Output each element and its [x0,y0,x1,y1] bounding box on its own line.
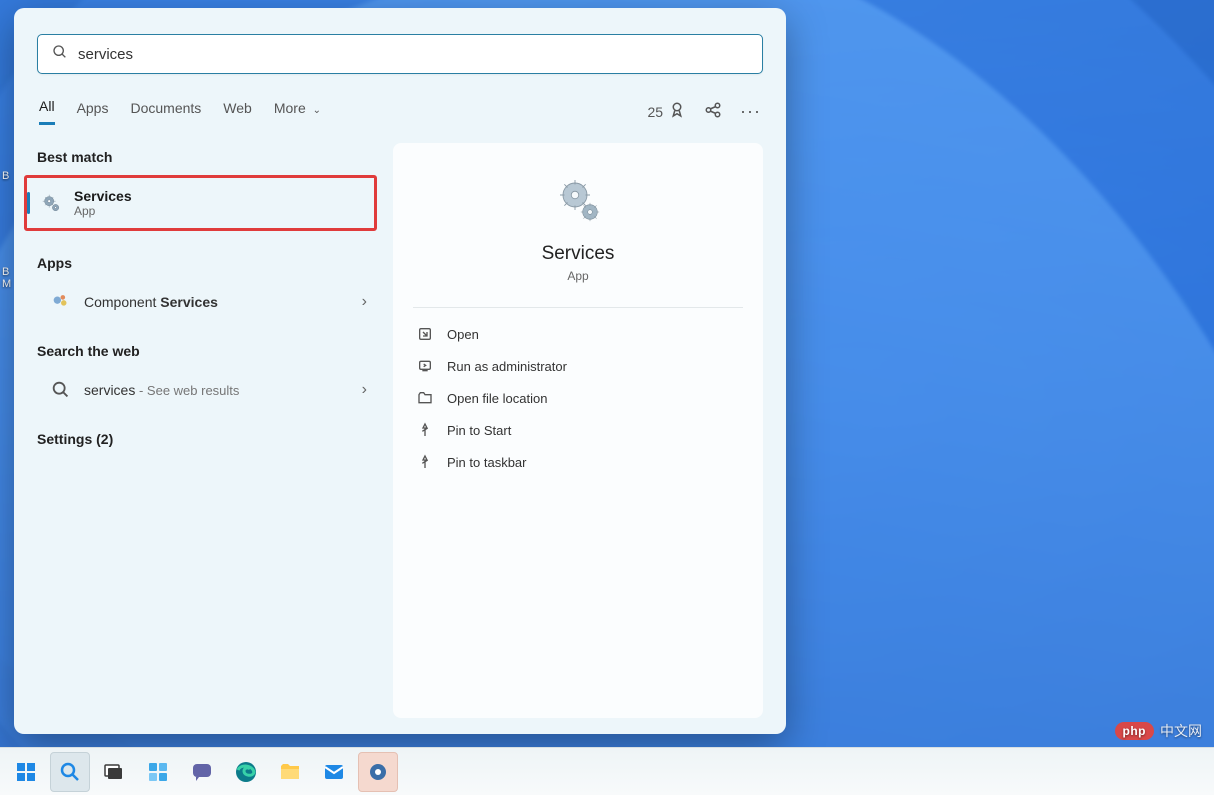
result-component-services[interactable]: Component Services › [37,281,377,323]
action-pin-taskbar[interactable]: Pin to taskbar [413,446,743,478]
services-app-icon [553,175,603,225]
taskbar-edge[interactable] [226,752,266,792]
result-services-app[interactable]: Services App [27,178,374,228]
taskbar-widgets[interactable] [138,752,178,792]
tab-more[interactable]: More ⌄ [274,100,321,124]
divider [413,307,743,308]
component-services-icon [50,291,72,313]
taskbar-app[interactable] [358,752,398,792]
result-title: Services [74,188,132,204]
apps-heading: Apps [37,249,377,281]
tab-apps[interactable]: Apps [77,100,109,124]
search-icon [52,44,68,65]
filter-tabs: All Apps Documents Web More ⌄ 25 ··· [37,98,763,125]
share-icon[interactable] [704,101,722,122]
action-run-admin[interactable]: Run as administrator [413,350,743,382]
action-open[interactable]: Open [413,318,743,350]
results-list: Best match Services App Apps [37,143,377,718]
taskbar-search[interactable] [50,752,90,792]
search-input[interactable] [78,46,748,63]
annotation-highlight: Services App [24,175,377,231]
best-match-heading: Best match [37,143,377,175]
start-search-panel: All Apps Documents Web More ⌄ 25 ··· Bes… [14,8,786,734]
detail-title: Services [542,243,615,265]
taskbar-mail[interactable] [314,752,354,792]
taskbar-task-view[interactable] [94,752,134,792]
settings-heading: Settings (2) [37,425,377,457]
services-icon [40,192,62,214]
tab-documents[interactable]: Documents [130,100,201,124]
more-options-icon[interactable]: ··· [740,101,761,122]
detail-subtitle: App [567,269,588,283]
detail-pane: Services App Open Run as administrator O… [393,143,763,718]
watermark: php 中文网 [1115,721,1203,741]
taskbar [0,747,1214,795]
search-icon [50,379,72,401]
chevron-right-icon: › [362,293,367,311]
rewards-points[interactable]: 25 [647,101,686,122]
action-open-location[interactable]: Open file location [413,382,743,414]
chevron-right-icon: › [362,381,367,399]
taskbar-chat[interactable] [182,752,222,792]
search-web-heading: Search the web [37,337,377,369]
start-button[interactable] [6,752,46,792]
result-web-search[interactable]: services - See web results › [37,369,377,411]
tab-web[interactable]: Web [223,100,252,124]
chevron-down-icon: ⌄ [313,105,321,116]
desktop-icon-label: BM [2,266,11,290]
taskbar-file-explorer[interactable] [270,752,310,792]
medal-icon [668,101,686,122]
search-box[interactable] [37,34,763,74]
result-subtitle: App [74,204,132,218]
desktop-icon-label: B [2,170,9,182]
action-pin-start[interactable]: Pin to Start [413,414,743,446]
tab-all[interactable]: All [39,98,55,125]
